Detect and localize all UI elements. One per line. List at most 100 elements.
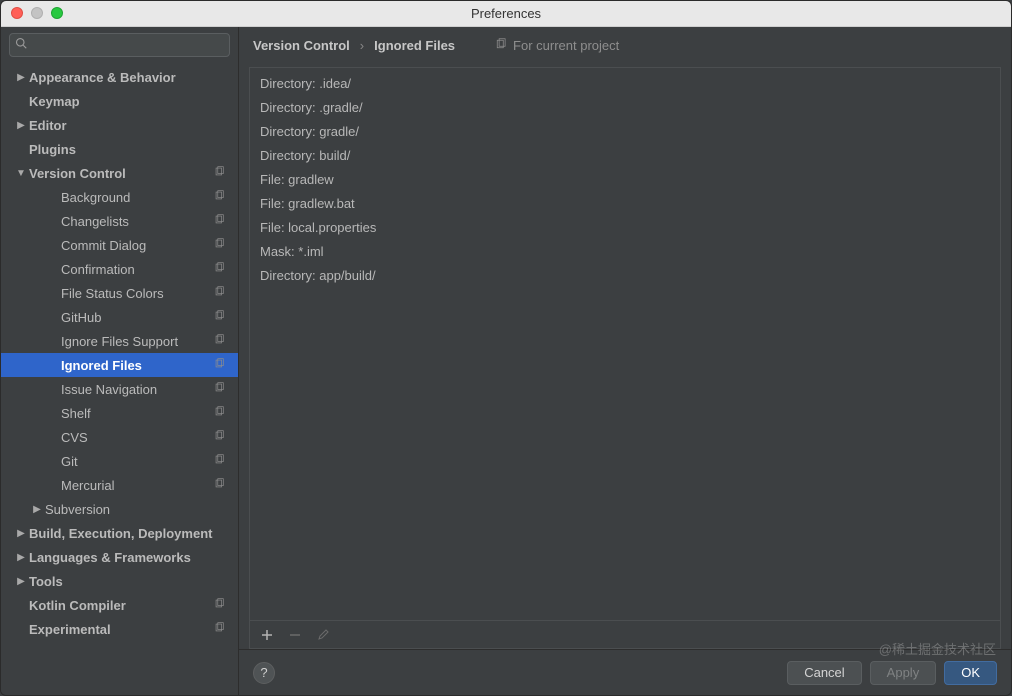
minimize-window-button[interactable] bbox=[31, 7, 43, 19]
sidebar: ▶Appearance & Behavior▶Keymap▶Editor▶Plu… bbox=[1, 27, 239, 695]
chevron-right-icon: › bbox=[360, 38, 364, 53]
tree-item-github[interactable]: ▶GitHub bbox=[1, 305, 238, 329]
tree-item-git[interactable]: ▶Git bbox=[1, 449, 238, 473]
tree-item-label: Git bbox=[61, 454, 214, 469]
project-scope-icon bbox=[214, 406, 228, 420]
cancel-button[interactable]: Cancel bbox=[787, 661, 861, 685]
search-input[interactable] bbox=[9, 33, 230, 57]
tree-item-build-execution-deployment[interactable]: ▶Build, Execution, Deployment bbox=[1, 521, 238, 545]
project-scope-icon bbox=[214, 262, 228, 276]
tree-item-keymap[interactable]: ▶Keymap bbox=[1, 89, 238, 113]
project-scope-icon bbox=[214, 310, 228, 324]
list-toolbar bbox=[250, 620, 1000, 648]
help-button[interactable]: ? bbox=[253, 662, 275, 684]
list-item[interactable]: Directory: app/build/ bbox=[250, 264, 1000, 288]
add-button[interactable] bbox=[256, 624, 278, 646]
project-scope-icon bbox=[214, 478, 228, 492]
traffic-lights bbox=[11, 7, 63, 19]
breadcrumb-current: Ignored Files bbox=[374, 38, 455, 53]
tree-item-editor[interactable]: ▶Editor bbox=[1, 113, 238, 137]
project-scope-icon bbox=[214, 454, 228, 468]
tree-item-label: CVS bbox=[61, 430, 214, 445]
list-item[interactable]: Directory: .gradle/ bbox=[250, 96, 1000, 120]
tree-item-subversion[interactable]: ▶Subversion bbox=[1, 497, 238, 521]
tree-item-label: Commit Dialog bbox=[61, 238, 214, 253]
list-item[interactable]: Directory: .idea/ bbox=[250, 72, 1000, 96]
breadcrumb: Version Control › Ignored Files For curr… bbox=[239, 27, 1011, 59]
tree-item-label: GitHub bbox=[61, 310, 214, 325]
tree-item-label: Plugins bbox=[29, 142, 214, 157]
project-scope-icon bbox=[214, 334, 228, 348]
tree-item-plugins[interactable]: ▶Plugins bbox=[1, 137, 238, 161]
project-scope-icon bbox=[214, 214, 228, 228]
window-title: Preferences bbox=[471, 6, 541, 21]
breadcrumb-parent[interactable]: Version Control bbox=[253, 38, 350, 53]
tree-item-label: Keymap bbox=[29, 94, 214, 109]
tree-item-changelists[interactable]: ▶Changelists bbox=[1, 209, 238, 233]
chevron-right-icon: ▶ bbox=[15, 120, 27, 131]
tree-item-confirmation[interactable]: ▶Confirmation bbox=[1, 257, 238, 281]
copy-icon bbox=[495, 38, 507, 53]
tree-item-mercurial[interactable]: ▶Mercurial bbox=[1, 473, 238, 497]
list-item[interactable]: Directory: gradle/ bbox=[250, 120, 1000, 144]
dialog-footer: ? Cancel Apply OK bbox=[239, 649, 1011, 695]
project-scope-icon bbox=[214, 238, 228, 252]
tree-item-label: Ignored Files bbox=[61, 358, 214, 373]
tree-item-label: Changelists bbox=[61, 214, 214, 229]
chevron-right-icon: ▶ bbox=[15, 72, 27, 83]
tree-item-ignored-files[interactable]: ▶Ignored Files bbox=[1, 353, 238, 377]
tree-item-label: File Status Colors bbox=[61, 286, 214, 301]
tree-item-tools[interactable]: ▶Tools bbox=[1, 569, 238, 593]
tree-item-label: Editor bbox=[29, 118, 214, 133]
project-scope-icon bbox=[214, 358, 228, 372]
tree-item-label: Ignore Files Support bbox=[61, 334, 214, 349]
ignored-files-panel: Directory: .idea/Directory: .gradle/Dire… bbox=[249, 67, 1001, 649]
list-item[interactable]: File: local.properties bbox=[250, 216, 1000, 240]
tree-item-experimental[interactable]: ▶Experimental bbox=[1, 617, 238, 641]
tree-item-label: Subversion bbox=[45, 502, 214, 517]
tree-item-label: Build, Execution, Deployment bbox=[29, 526, 214, 541]
tree-item-label: Shelf bbox=[61, 406, 214, 421]
chevron-right-icon: ▶ bbox=[31, 504, 43, 515]
project-scope-icon bbox=[214, 430, 228, 444]
project-scope-icon bbox=[214, 190, 228, 204]
close-window-button[interactable] bbox=[11, 7, 23, 19]
apply-button: Apply bbox=[870, 661, 937, 685]
chevron-right-icon: ▶ bbox=[15, 552, 27, 563]
project-scope-icon bbox=[214, 286, 228, 300]
tree-item-commit-dialog[interactable]: ▶Commit Dialog bbox=[1, 233, 238, 257]
tree-item-appearance-behavior[interactable]: ▶Appearance & Behavior bbox=[1, 65, 238, 89]
tree-item-label: Issue Navigation bbox=[61, 382, 214, 397]
tree-item-languages-frameworks[interactable]: ▶Languages & Frameworks bbox=[1, 545, 238, 569]
list-item[interactable]: Directory: build/ bbox=[250, 144, 1000, 168]
tree-item-label: Appearance & Behavior bbox=[29, 70, 214, 85]
project-scope-icon bbox=[214, 622, 228, 636]
ignored-files-list[interactable]: Directory: .idea/Directory: .gradle/Dire… bbox=[250, 68, 1000, 620]
tree-item-label: Background bbox=[61, 190, 214, 205]
remove-button bbox=[284, 624, 306, 646]
tree-item-file-status-colors[interactable]: ▶File Status Colors bbox=[1, 281, 238, 305]
list-item[interactable]: Mask: *.iml bbox=[250, 240, 1000, 264]
tree-item-version-control[interactable]: ▼Version Control bbox=[1, 161, 238, 185]
tree-item-shelf[interactable]: ▶Shelf bbox=[1, 401, 238, 425]
scope-hint: For current project bbox=[495, 38, 619, 53]
tree-item-label: Mercurial bbox=[61, 478, 214, 493]
tree-item-label: Languages & Frameworks bbox=[29, 550, 214, 565]
tree-item-label: Experimental bbox=[29, 622, 214, 637]
titlebar: Preferences bbox=[1, 1, 1011, 27]
edit-button bbox=[312, 624, 334, 646]
project-scope-icon bbox=[214, 166, 228, 180]
list-item[interactable]: File: gradlew bbox=[250, 168, 1000, 192]
tree-item-cvs[interactable]: ▶CVS bbox=[1, 425, 238, 449]
list-item[interactable]: File: gradlew.bat bbox=[250, 192, 1000, 216]
tree-item-kotlin-compiler[interactable]: ▶Kotlin Compiler bbox=[1, 593, 238, 617]
tree-item-label: Tools bbox=[29, 574, 214, 589]
chevron-right-icon: ▶ bbox=[15, 528, 27, 539]
project-scope-icon bbox=[214, 382, 228, 396]
tree-item-ignore-files-support[interactable]: ▶Ignore Files Support bbox=[1, 329, 238, 353]
zoom-window-button[interactable] bbox=[51, 7, 63, 19]
ok-button[interactable]: OK bbox=[944, 661, 997, 685]
tree-item-issue-navigation[interactable]: ▶Issue Navigation bbox=[1, 377, 238, 401]
tree-item-label: Version Control bbox=[29, 166, 214, 181]
tree-item-background[interactable]: ▶Background bbox=[1, 185, 238, 209]
